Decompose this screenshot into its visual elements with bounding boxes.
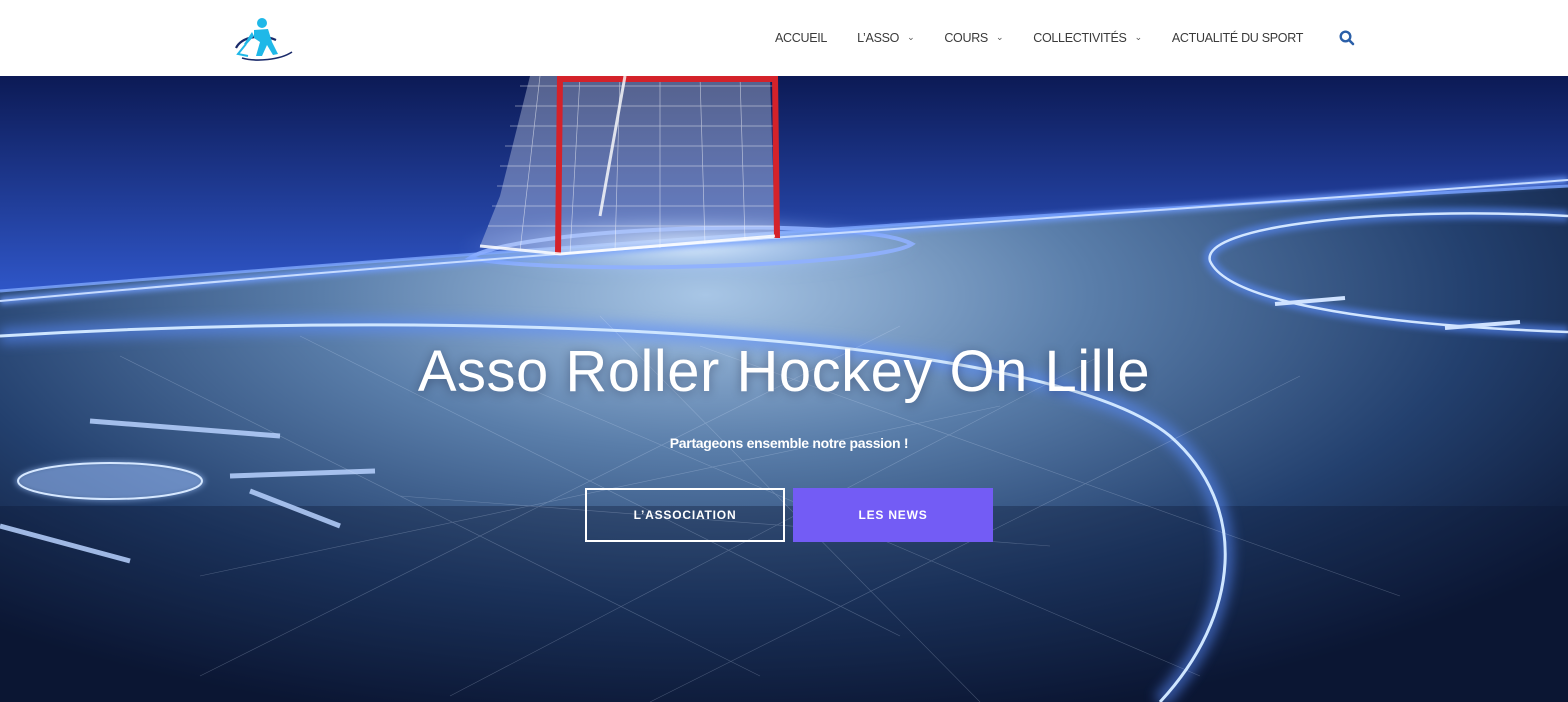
nav-item-label: COLLECTIVITÉS: [1033, 31, 1127, 45]
nav-item-label: ACTUALITÉ DU SPORT: [1171, 31, 1304, 45]
nav-item-label: ACCUEIL: [775, 31, 828, 45]
site-logo[interactable]: [232, 14, 294, 62]
hero-section: Asso Roller Hockey On Lille Partageons e…: [0, 76, 1568, 702]
site-header: ACCUEIL L’ASSO ⌄ COURS ⌄ COLLECTIVITÉS ⌄…: [0, 0, 1568, 76]
hockey-goal-graphic: [479, 76, 780, 256]
hero-title: Asso Roller Hockey On Lille: [417, 339, 1151, 404]
association-button[interactable]: L’ASSOCIATION: [585, 488, 785, 542]
main-nav: ACCUEIL L’ASSO ⌄ COURS ⌄ COLLECTIVITÉS ⌄…: [775, 0, 1333, 76]
nav-item-label: COURS: [944, 31, 988, 45]
nav-item-label: L’ASSO: [857, 31, 900, 45]
nav-item-cours[interactable]: COURS ⌄: [944, 31, 1003, 45]
chevron-down-icon: ⌄: [907, 31, 915, 42]
hero-subtitle: Partageons ensemble notre passion !: [669, 435, 909, 451]
chevron-down-icon: ⌄: [995, 31, 1004, 42]
search-button[interactable]: [1338, 29, 1356, 47]
nav-item-collectivites[interactable]: COLLECTIVITÉS ⌄: [1033, 31, 1142, 45]
search-icon: [1339, 30, 1355, 46]
nav-item-asso[interactable]: L’ASSO ⌄: [857, 31, 915, 45]
chevron-down-icon: ⌄: [1134, 31, 1143, 42]
nav-item-actualite-du-sport[interactable]: ACTUALITÉ DU SPORT: [1171, 31, 1304, 45]
hockey-player-logo-icon: [235, 18, 293, 61]
news-button[interactable]: LES NEWS: [793, 488, 993, 542]
nav-item-accueil[interactable]: ACCUEIL: [775, 31, 827, 45]
